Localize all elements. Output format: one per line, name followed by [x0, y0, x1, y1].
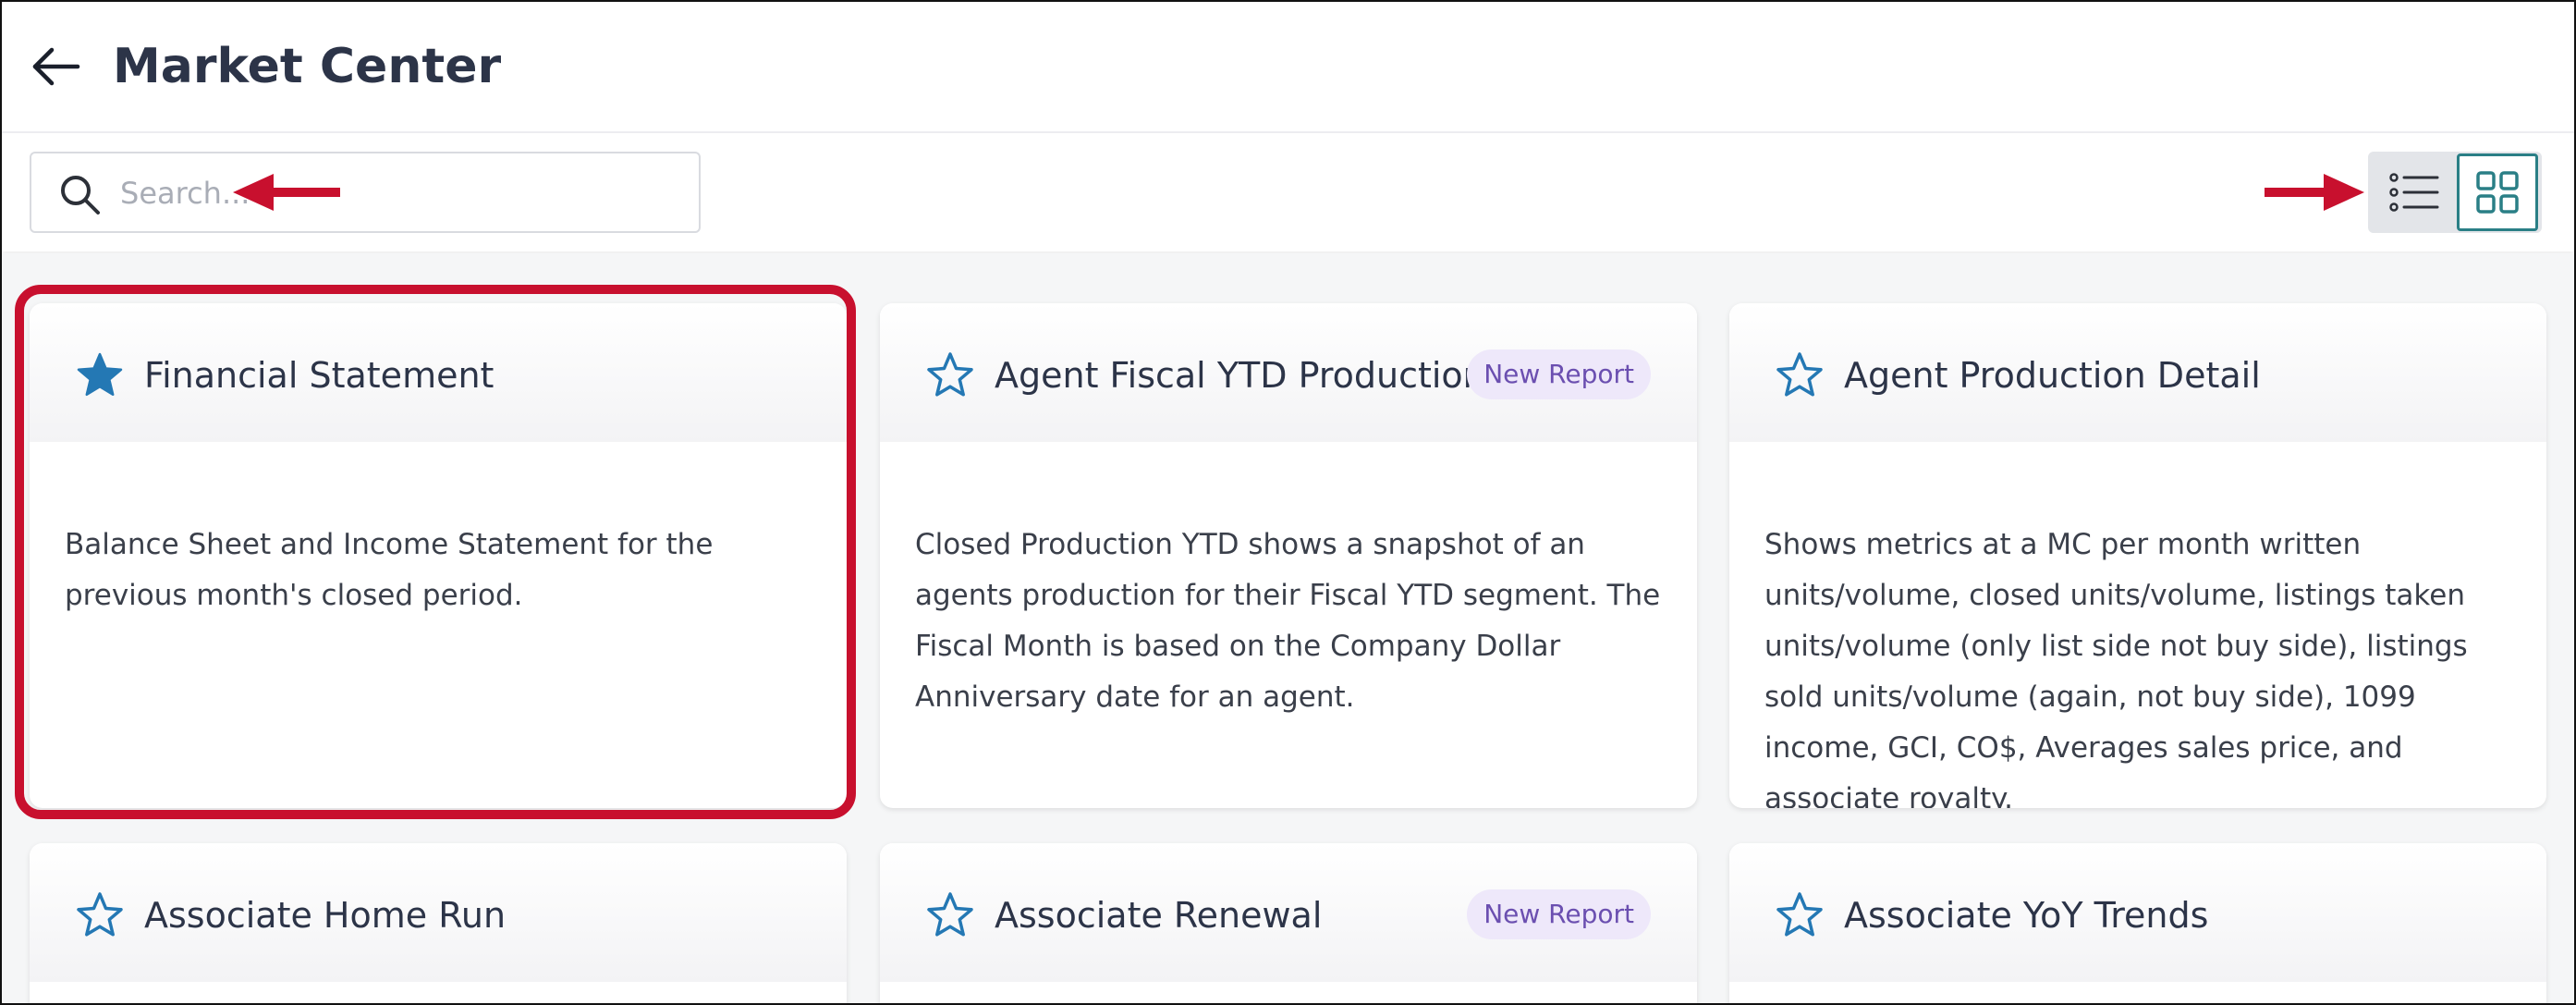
report-card-associate-home-run[interactable]: Associate Home Run: [30, 843, 847, 1003]
toolbar: [2, 133, 2574, 251]
new-report-badge: New Report: [1467, 349, 1651, 399]
report-card-agent-fiscal-ytd-production[interactable]: Agent Fiscal YTD Production New Report C…: [880, 303, 1697, 808]
card-header: Financial Statement: [30, 303, 847, 442]
card-title: Agent Production Detail: [1844, 355, 2261, 396]
card-header: Agent Production Detail: [1729, 303, 2546, 442]
star-filled-icon[interactable]: [76, 351, 124, 399]
card-description: Shows metrics at a MC per month written …: [1764, 528, 2468, 808]
page-title: Market Center: [113, 39, 502, 94]
grid-view-icon: [2476, 171, 2519, 214]
star-outline-icon[interactable]: [926, 891, 974, 939]
report-card-agent-production-detail[interactable]: Agent Production Detail Shows metrics at…: [1729, 303, 2546, 808]
card-header: Associate Renewal New Report: [880, 843, 1697, 982]
report-card-financial-statement[interactable]: Financial Statement Balance Sheet and In…: [30, 303, 847, 808]
card-title: Associate Home Run: [144, 895, 507, 936]
page-header: Market Center: [2, 2, 2574, 133]
annotation-arrow-view-toggle: [2265, 174, 2364, 211]
list-view-icon: [2389, 173, 2439, 212]
card-title: Agent Fiscal YTD Production: [995, 355, 1485, 396]
report-card-associate-renewal[interactable]: Associate Renewal New Report: [880, 843, 1697, 1003]
card-description: Balance Sheet and Income Statement for t…: [65, 528, 714, 612]
view-toggle: [2368, 152, 2542, 233]
card-header: Associate Home Run: [30, 843, 847, 982]
star-outline-icon[interactable]: [76, 891, 124, 939]
grid-view-button[interactable]: [2457, 153, 2538, 231]
search-box[interactable]: [30, 152, 701, 233]
search-icon: [61, 176, 100, 214]
card-header: Associate YoY Trends: [1729, 843, 2546, 982]
new-report-badge: New Report: [1467, 889, 1651, 939]
card-title: Financial Statement: [144, 355, 494, 396]
app-window: Market Center Search... Financial Statem…: [0, 0, 2576, 1005]
report-grid: Financial Statement Balance Sheet and In…: [2, 253, 2574, 1003]
annotation-arrow-search: [233, 174, 340, 211]
star-outline-icon[interactable]: [926, 351, 974, 399]
back-arrow-icon[interactable]: [26, 37, 85, 96]
card-title: Associate Renewal: [995, 895, 1323, 936]
report-card-associate-yoy-trends[interactable]: Associate YoY Trends: [1729, 843, 2546, 1003]
list-view-button[interactable]: [2374, 153, 2455, 231]
card-header: Agent Fiscal YTD Production New Report: [880, 303, 1697, 442]
card-description: Closed Production YTD shows a snapshot o…: [915, 528, 1661, 714]
star-outline-icon[interactable]: [1776, 351, 1824, 399]
star-outline-icon[interactable]: [1776, 891, 1824, 939]
search-input[interactable]: [120, 170, 638, 216]
card-title: Associate YoY Trends: [1844, 895, 2209, 936]
